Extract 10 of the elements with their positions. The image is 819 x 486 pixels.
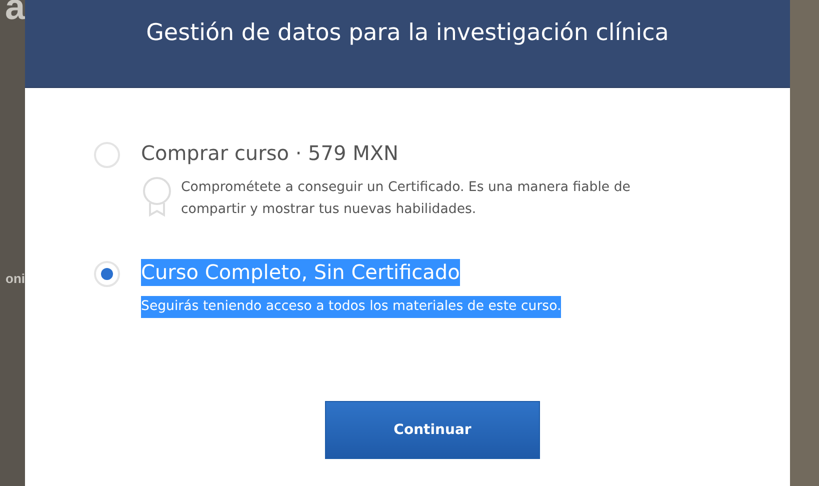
background-text: oni bbox=[6, 271, 25, 286]
option-description: Seguirás teniendo acceso a todos los materiales de este curso. bbox=[141, 296, 562, 318]
radio-button[interactable] bbox=[94, 142, 120, 168]
dialog-title: Gestión de datos para la investigación clínica bbox=[146, 20, 669, 46]
option-label[interactable]: Curso Completo, Sin Certificado bbox=[141, 259, 460, 286]
ribbon-icon bbox=[141, 177, 173, 217]
option-description: Comprométete a conseguir un Certificado. Es una manera fiable de compartir y mostrar tus nuevas habilidades. bbox=[181, 179, 632, 219]
continue-button[interactable]: Continuar bbox=[325, 401, 540, 459]
option-label[interactable]: Comprar curso · 579 MXN bbox=[141, 140, 399, 167]
radio-button[interactable] bbox=[94, 261, 120, 287]
